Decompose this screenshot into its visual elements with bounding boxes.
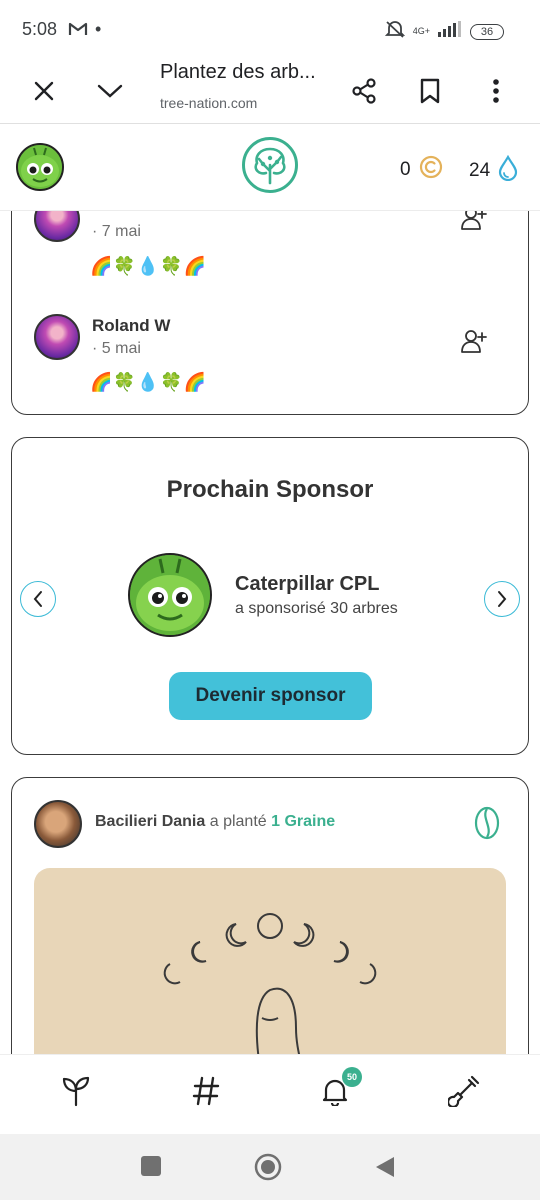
- nav-shovel-icon[interactable]: [444, 1071, 484, 1111]
- home-icon[interactable]: [254, 1153, 282, 1186]
- commenter-avatar[interactable]: [34, 314, 80, 360]
- poster-avatar[interactable]: [34, 800, 82, 848]
- nav-hashtag-icon[interactable]: [186, 1071, 226, 1111]
- page-title[interactable]: Plantez des arb...: [160, 61, 330, 84]
- feed[interactable]: · 7 mai 🌈🍀💧🍀🌈 Roland W · 5 mai 🌈🍀💧🍀🌈 Pro…: [0, 211, 540, 1054]
- nav-plant-icon[interactable]: [56, 1071, 96, 1111]
- next-sponsor-button[interactable]: [484, 581, 520, 617]
- post-card: Bacilieri Dania a planté 1 Graine: [11, 777, 529, 1054]
- drops-counter[interactable]: 24: [469, 154, 518, 187]
- drops-value: 24: [469, 160, 491, 181]
- sponsor-subtitle: a sponsorisé 30 arbres: [235, 600, 398, 617]
- status-dot: •: [95, 19, 102, 39]
- bookmark-icon[interactable]: [410, 71, 450, 111]
- coins-value: 0: [400, 159, 411, 180]
- close-icon[interactable]: [24, 71, 64, 111]
- back-icon[interactable]: [374, 1155, 396, 1184]
- status-right: 4G+ 36: [384, 20, 504, 43]
- seed-icon: [474, 806, 500, 845]
- more-vert-icon[interactable]: [476, 71, 516, 111]
- network-label: 4G+: [412, 26, 430, 36]
- bottom-nav: 50: [0, 1054, 540, 1134]
- post-image[interactable]: [34, 868, 506, 1054]
- commenter-name[interactable]: Roland W: [92, 316, 170, 336]
- user-avatar[interactable]: [16, 143, 64, 191]
- post-verb: a planté: [209, 813, 267, 830]
- comment-date: · 7 mai: [92, 223, 141, 240]
- add-friend-icon[interactable]: [460, 211, 488, 232]
- sponsor-title: Prochain Sponsor: [166, 476, 374, 503]
- water-drop-icon: [498, 154, 518, 187]
- prev-sponsor-button[interactable]: [20, 581, 56, 617]
- add-friend-icon[interactable]: [460, 327, 488, 355]
- comments-card: · 7 mai 🌈🍀💧🍀🌈 Roland W · 5 mai 🌈🍀💧🍀🌈: [11, 211, 529, 415]
- post-item[interactable]: 1 Graine: [271, 813, 335, 830]
- sponsor-card: Prochain Sponsor Caterpillar CPL a spons…: [11, 437, 529, 755]
- signal-icon: [438, 21, 462, 42]
- recents-icon[interactable]: [140, 1155, 162, 1182]
- notification-badge: 50: [342, 1067, 362, 1087]
- sponsor-name[interactable]: Caterpillar CPL: [235, 573, 379, 596]
- comment-text: 🌈🍀💧🍀🌈: [90, 256, 208, 276]
- gmail-icon: [68, 21, 88, 42]
- app-header: 0 24: [0, 125, 540, 211]
- sponsor-avatar[interactable]: [128, 553, 212, 637]
- commenter-avatar[interactable]: [34, 211, 80, 242]
- poster-name[interactable]: Bacilieri Dania: [95, 813, 205, 830]
- system-nav-bar: [0, 1134, 540, 1200]
- comment-date: · 5 mai: [92, 340, 141, 357]
- page-url[interactable]: tree-nation.com: [160, 95, 257, 111]
- comment-text: 🌈🍀💧🍀🌈: [90, 372, 208, 392]
- share-icon[interactable]: [344, 71, 384, 111]
- become-sponsor-button[interactable]: Devenir sponsor: [169, 672, 372, 720]
- coins-counter[interactable]: 0: [400, 155, 443, 185]
- tree-nation-logo[interactable]: [242, 137, 298, 193]
- chevron-down-icon[interactable]: [90, 71, 130, 111]
- coin-icon: [419, 155, 443, 185]
- browser-toolbar: Plantez des arb... tree-nation.com: [0, 58, 540, 124]
- mute-icon: [384, 20, 405, 43]
- status-bar: 5:08 • 4G+ 36: [0, 0, 540, 58]
- status-time: 5:08: [22, 19, 58, 39]
- battery-icon: 36: [470, 23, 504, 40]
- post-headline: Bacilieri Dania a planté 1 Graine: [95, 813, 335, 831]
